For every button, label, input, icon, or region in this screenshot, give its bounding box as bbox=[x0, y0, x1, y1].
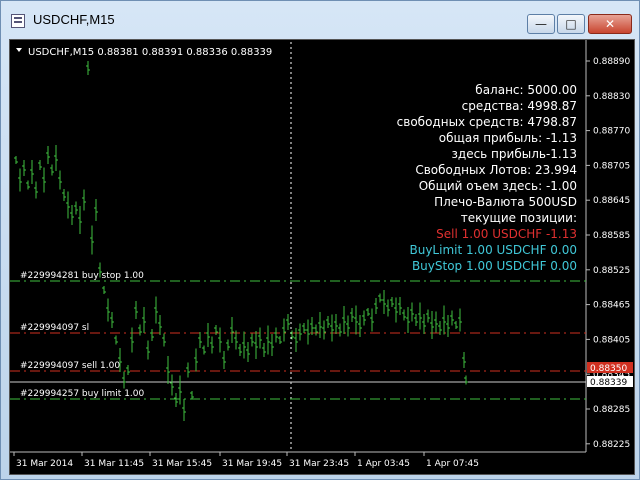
collapse-triangle-icon[interactable] bbox=[16, 48, 22, 52]
order-label-buy-limit: #229994257 buy limit 1.00 bbox=[20, 389, 145, 399]
time-axis-label: 1 Apr 03:45 bbox=[357, 459, 410, 469]
maximize-button[interactable]: □ bbox=[557, 14, 585, 34]
title-bar[interactable]: USDCHF,M15 — □ ✕ bbox=[1, 1, 639, 39]
price-axis-label: 0.88285 bbox=[593, 405, 630, 415]
price-axis-label: 0.88830 bbox=[593, 92, 630, 102]
order-label-buy-stop: #229994281 buy stop 1.00 bbox=[20, 271, 144, 281]
info-line: BuyLimit 1.00 USDCHF 0.00 bbox=[409, 243, 577, 257]
price-axis-label: 0.88770 bbox=[593, 127, 630, 137]
price-axis-label: 0.88525 bbox=[593, 266, 630, 276]
price-axis-label: 0.88465 bbox=[593, 301, 630, 311]
price-axis-label: 0.88645 bbox=[593, 196, 630, 206]
order-lines-layer bbox=[10, 280, 586, 400]
sell-price-tag-text: 0.88350 bbox=[590, 364, 627, 374]
info-line: общая прибыль: -1.13 bbox=[439, 131, 577, 145]
info-line: баланс: 5000.00 bbox=[475, 83, 577, 97]
info-line: здесь прибыль-1.13 bbox=[452, 147, 577, 161]
price-axis-label: 0.88405 bbox=[593, 335, 630, 345]
window-title: USDCHF,M15 bbox=[33, 12, 115, 27]
info-line: свободных средств: 4798.87 bbox=[397, 115, 577, 129]
price-chart[interactable]: USDCHF,M15 0.88381 0.88391 0.88336 0.883… bbox=[10, 40, 634, 474]
time-axis: 31 Mar 2014 31 Mar 11:45 31 Mar 15:45 31 Ma… bbox=[13, 452, 479, 469]
bid-price-tag-text: 0.88339 bbox=[590, 378, 627, 388]
info-line: Свободных Лотов: 23.994 bbox=[415, 163, 577, 177]
price-axis-label: 0.88705 bbox=[593, 161, 630, 171]
info-line: текущие позиции: bbox=[461, 211, 577, 225]
price-axis-label: 0.88585 bbox=[593, 231, 630, 241]
info-line: BuyStop 1.00 USDCHF 0.00 bbox=[412, 259, 577, 273]
time-axis-label: 31 Mar 23:45 bbox=[289, 459, 349, 469]
info-line: Общий оъем здесь: -1.00 bbox=[419, 179, 577, 193]
time-axis-label: 31 Mar 11:45 bbox=[84, 459, 144, 469]
time-axis-label: 31 Mar 19:45 bbox=[222, 459, 282, 469]
close-button[interactable]: ✕ bbox=[588, 14, 632, 34]
chart-area[interactable]: USDCHF,M15 0.88381 0.88391 0.88336 0.883… bbox=[9, 39, 635, 475]
order-label-sell: #229994097 sell 1.00 bbox=[20, 361, 120, 371]
chart-window-icon bbox=[11, 14, 25, 28]
info-line: средства: 4998.87 bbox=[462, 99, 577, 113]
order-label-sl: #229994097 sl bbox=[20, 323, 89, 333]
chart-header-label: USDCHF,M15 0.88381 0.88391 0.88336 0.883… bbox=[28, 47, 272, 58]
minimize-button[interactable]: — bbox=[527, 14, 555, 34]
price-axis-label: 0.88890 bbox=[593, 57, 630, 67]
account-info-panel: баланс: 5000.00 средства: 4998.87 свободны… bbox=[397, 83, 577, 273]
price-axis-label: 0.88225 bbox=[593, 440, 630, 450]
info-line: Плечо-Валюта 500USD bbox=[434, 195, 577, 209]
time-axis-label: 1 Apr 07:45 bbox=[426, 459, 479, 469]
terminal-window: USDCHF,M15 — □ ✕ USDCHF,M15 0.88381 0.88… bbox=[0, 0, 640, 480]
time-axis-label: 31 Mar 15:45 bbox=[152, 459, 212, 469]
time-axis-label: 31 Mar 2014 bbox=[16, 459, 73, 469]
info-line: Sell 1.00 USDCHF -1.13 bbox=[436, 227, 577, 241]
price-axis: 0.88890 0.88830 0.88770 0.88705 0.88645 0.885… bbox=[586, 57, 630, 450]
